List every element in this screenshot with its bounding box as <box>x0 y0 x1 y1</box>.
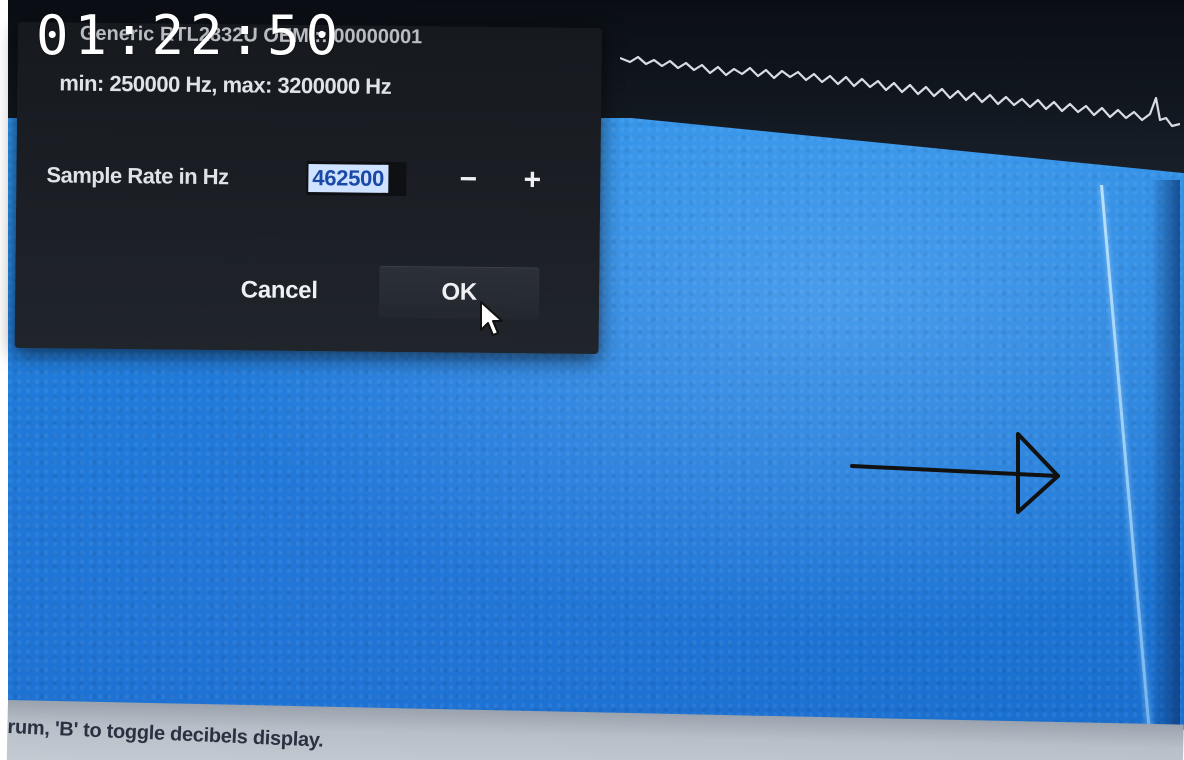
video-timestamp: 01:22:50 <box>36 4 345 67</box>
sample-rate-value[interactable]: 462500 <box>308 164 389 193</box>
decrement-button[interactable]: − <box>450 163 486 199</box>
sample-rate-dialog: Generic RTL2832U OEM :: 00000001 min: 25… <box>14 22 602 355</box>
mouse-pointer-icon <box>480 301 503 336</box>
sample-rate-label: Sample Rate in Hz <box>46 162 229 190</box>
sample-rate-range: min: 250000 Hz, max: 3200000 Hz <box>59 70 392 99</box>
monitor-edge <box>1150 180 1180 760</box>
camera-frame: rum, 'B' to toggle decibels display. Gen… <box>0 0 1184 760</box>
ok-button[interactable]: OK <box>378 265 540 320</box>
arrow-right-icon <box>850 432 1060 514</box>
cancel-button[interactable]: Cancel <box>215 264 344 317</box>
increment-button[interactable]: + <box>514 163 550 199</box>
sample-rate-input[interactable]: 462500 <box>306 161 407 197</box>
